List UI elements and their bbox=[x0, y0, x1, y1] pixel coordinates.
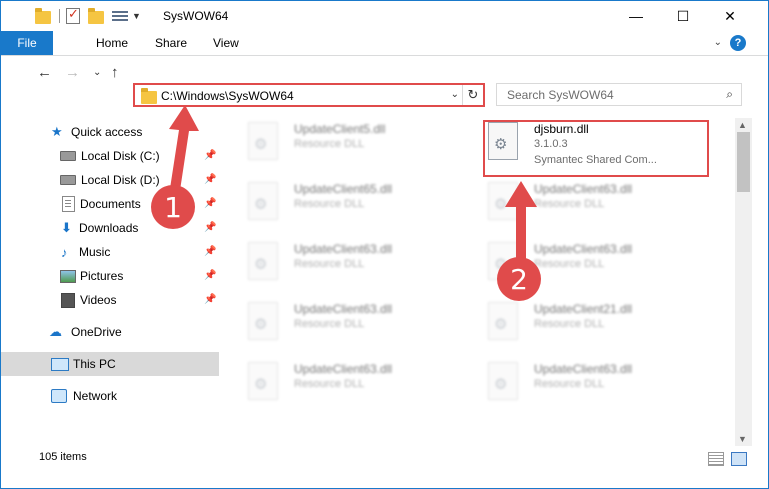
pictures-icon bbox=[60, 269, 76, 283]
tab-file[interactable]: File bbox=[1, 31, 53, 55]
videos-icon bbox=[61, 292, 75, 308]
list-item[interactable]: ⚙ UpdateClient5.dll Resource DLL bbox=[231, 118, 461, 166]
dll-file-icon: ⚙ bbox=[248, 122, 278, 160]
vertical-scrollbar[interactable]: ▲ ▼ bbox=[735, 118, 752, 446]
large-icons-view-icon[interactable] bbox=[731, 452, 747, 466]
list-item[interactable]: ⚙ UpdateClient63.dll Resource DLL bbox=[231, 238, 461, 286]
list-item[interactable]: ⚙ UpdateClient65.dll Resource DLL bbox=[231, 178, 461, 226]
step-2-badge: 2 bbox=[497, 257, 541, 301]
dll-file-icon: ⚙ bbox=[248, 182, 278, 220]
disk-icon bbox=[60, 175, 76, 185]
list-item[interactable]: ⚙ UpdateClient21.dll Resource DLL bbox=[471, 298, 701, 346]
sidebar-item-pictures[interactable]: Pictures 📌 bbox=[1, 264, 219, 288]
recent-locations-button[interactable]: ⌄ bbox=[93, 67, 101, 78]
dll-file-icon: ⚙ bbox=[248, 242, 278, 280]
new-folder-icon[interactable] bbox=[88, 7, 104, 24]
toolbar-separator bbox=[59, 9, 60, 23]
sidebar-item-music[interactable]: ♪ Music 📌 bbox=[1, 240, 219, 264]
disk-icon bbox=[60, 151, 76, 161]
qat-dropdown-icon[interactable]: ▼ bbox=[132, 11, 141, 21]
item-count: 105 items bbox=[39, 451, 87, 463]
tab-home[interactable]: Home bbox=[96, 31, 128, 55]
sidebar-item-network[interactable]: Network bbox=[1, 384, 219, 408]
star-icon: ★ bbox=[51, 124, 63, 139]
pin-icon[interactable]: 📌 bbox=[204, 294, 216, 305]
file-highlight-box bbox=[483, 120, 709, 177]
scroll-up-icon[interactable]: ▲ bbox=[738, 120, 747, 130]
document-icon bbox=[62, 196, 75, 212]
download-icon: ⬇ bbox=[61, 220, 72, 235]
help-icon[interactable]: ? bbox=[730, 35, 746, 51]
details-view-icon[interactable] bbox=[708, 452, 724, 466]
search-placeholder: Search SysWOW64 bbox=[507, 88, 614, 102]
forward-button[interactable]: → bbox=[65, 64, 80, 81]
explorer-window: ▼ SysWOW64 — ☐ ✕ File Home Share View ⌄ … bbox=[0, 0, 769, 489]
address-dropdown-icon[interactable]: ⌄ bbox=[451, 89, 459, 100]
dll-file-icon: ⚙ bbox=[248, 362, 278, 400]
search-icon[interactable]: ⌕ bbox=[726, 87, 733, 102]
list-item[interactable]: ⚙ UpdateClient63.dll Resource DLL bbox=[471, 358, 701, 406]
title-bar: ▼ SysWOW64 — ☐ ✕ bbox=[1, 1, 768, 31]
network-icon bbox=[51, 389, 67, 403]
list-item[interactable]: ⚙ UpdateClient63.dll Resource DLL bbox=[231, 358, 461, 406]
properties-check-icon[interactable] bbox=[66, 6, 80, 24]
status-bar: 105 items bbox=[1, 446, 768, 468]
sidebar-item-videos[interactable]: Videos 📌 bbox=[1, 288, 219, 312]
sidebar-item-this-pc[interactable]: This PC bbox=[1, 352, 219, 376]
window-title: SysWOW64 bbox=[163, 9, 229, 23]
search-input[interactable]: Search SysWOW64 ⌕ bbox=[496, 83, 742, 106]
close-button[interactable]: ✕ bbox=[707, 1, 753, 31]
sidebar-item-onedrive[interactable]: ☁ OneDrive bbox=[1, 320, 219, 344]
pin-icon[interactable]: 📌 bbox=[204, 270, 216, 281]
quick-access-toolbar: ▼ bbox=[35, 6, 149, 24]
pin-icon[interactable]: 📌 bbox=[204, 246, 216, 257]
up-button[interactable]: ↑ bbox=[111, 64, 119, 81]
ribbon-tabs: File Home Share View ⌄ ? bbox=[1, 31, 768, 56]
customize-icon[interactable] bbox=[112, 9, 128, 23]
tab-share[interactable]: Share bbox=[155, 31, 187, 55]
expand-ribbon-icon[interactable]: ⌄ bbox=[714, 37, 722, 48]
music-icon: ♪ bbox=[61, 244, 68, 260]
tab-view[interactable]: View bbox=[213, 31, 239, 55]
scroll-down-icon[interactable]: ▼ bbox=[738, 434, 747, 444]
computer-icon bbox=[51, 357, 69, 371]
maximize-button[interactable]: ☐ bbox=[660, 1, 706, 31]
pin-icon[interactable]: 📌 bbox=[204, 222, 216, 233]
scroll-thumb[interactable] bbox=[737, 132, 750, 192]
back-button[interactable]: ← bbox=[37, 64, 52, 81]
step-1-badge: 1 bbox=[151, 185, 195, 229]
dll-file-icon: ⚙ bbox=[488, 302, 518, 340]
refresh-icon[interactable]: ↻ bbox=[462, 85, 483, 105]
folder-icon bbox=[35, 7, 51, 24]
cloud-icon: ☁ bbox=[49, 324, 62, 339]
dll-file-icon: ⚙ bbox=[248, 302, 278, 340]
minimize-button[interactable]: — bbox=[613, 1, 659, 31]
list-item[interactable]: ⚙ UpdateClient63.dll Resource DLL bbox=[231, 298, 461, 346]
dll-file-icon: ⚙ bbox=[488, 362, 518, 400]
